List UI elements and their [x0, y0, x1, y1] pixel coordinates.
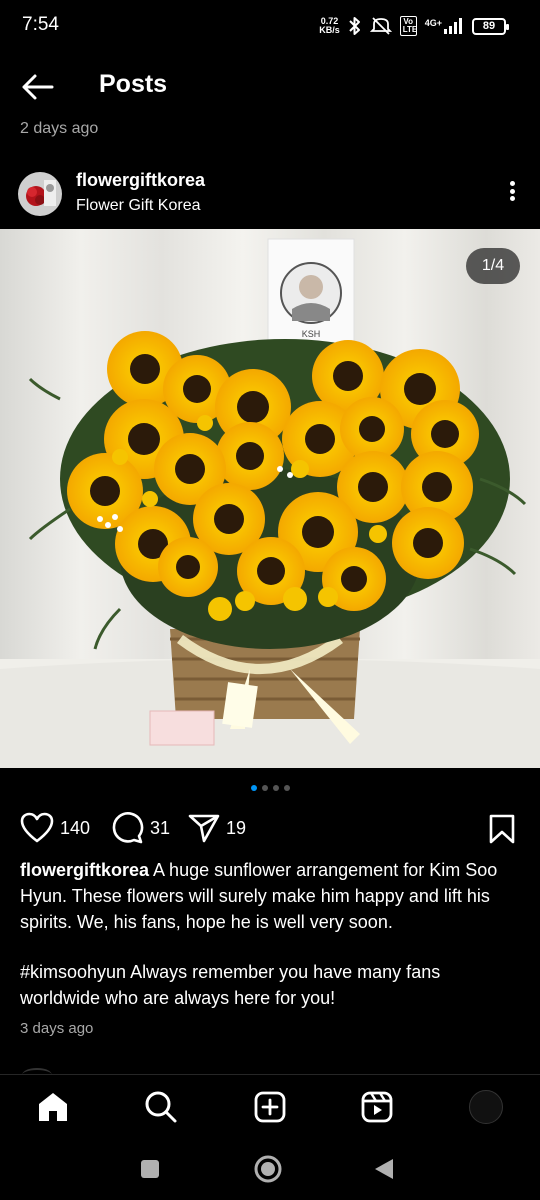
like-count: 140 — [60, 817, 91, 838]
post-username[interactable]: flowergiftkorea — [76, 170, 205, 191]
send-icon — [188, 814, 220, 843]
save-button[interactable] — [488, 814, 516, 849]
avatar[interactable] — [18, 172, 62, 216]
page-title: Posts — [99, 70, 168, 98]
caption-hashtag[interactable]: #kimsoohyun — [20, 962, 126, 982]
carousel-indicator — [0, 785, 540, 793]
home-icon — [39, 1093, 67, 1121]
back-button[interactable] — [18, 70, 58, 104]
circle-icon — [254, 1155, 282, 1183]
post-display-name: Flower Gift Korea — [76, 197, 201, 214]
tab-create[interactable] — [250, 1087, 290, 1127]
carousel-dot — [261, 785, 268, 791]
arrow-left-icon — [22, 74, 54, 100]
status-icons: 0.72 KB/s Vo LTE 4G+ 89 — [319, 14, 509, 38]
caption-username[interactable]: flowergiftkorea — [20, 860, 149, 880]
post-date: 3 days ago — [20, 1020, 94, 1037]
tab-home[interactable] — [33, 1087, 73, 1127]
carousel-dot — [283, 785, 290, 791]
more-options-button[interactable] — [502, 176, 522, 206]
back-nav-button[interactable] — [367, 1152, 401, 1186]
system-nav-bar — [0, 1136, 540, 1200]
avatar-image — [18, 172, 62, 216]
post-caption: flowergiftkorea A huge sunflower arrange… — [20, 857, 525, 1011]
bookmark-icon — [489, 814, 515, 844]
home-nav-button[interactable] — [251, 1152, 285, 1186]
sunflower-photo: KSH — [0, 229, 540, 768]
more-vertical-icon — [509, 181, 515, 186]
status-bar: 7:54 0.72 KB/s Vo LTE 4G+ 89 — [0, 0, 540, 52]
reels-icon — [361, 1091, 393, 1123]
like-button[interactable]: 140 — [20, 808, 90, 848]
network-speed-unit: KB/s — [319, 25, 340, 35]
volte-badge: Vo LTE — [399, 16, 417, 36]
bluetooth-icon — [349, 17, 360, 35]
more-dot — [509, 188, 515, 194]
more-dot — [509, 196, 515, 201]
recents-button[interactable] — [133, 1152, 167, 1186]
network-type-label: 4G+ — [424, 18, 442, 28]
tab-profile[interactable] — [466, 1087, 506, 1127]
comment-button[interactable]: 31 — [110, 808, 170, 848]
signal-strength: 4G+ — [425, 18, 464, 34]
card-signature: KSH — [302, 329, 321, 339]
network-speed: 0.72 KB/s — [319, 17, 340, 35]
share-button[interactable]: 19 — [188, 808, 246, 848]
post-image[interactable]: KSH 1/4 — [0, 229, 540, 768]
square-icon — [141, 1160, 159, 1178]
triangle-back-icon — [375, 1159, 393, 1179]
comment-count: 31 — [150, 817, 171, 838]
signal-bars-icon — [444, 18, 462, 34]
search-icon — [145, 1091, 177, 1123]
bottom-tab-bar — [0, 1074, 540, 1136]
app-bar: Posts — [0, 58, 540, 114]
caption-paragraph: flowergiftkorea A huge sunflower arrange… — [20, 857, 525, 935]
heart-icon — [20, 812, 54, 843]
plus-square-icon — [254, 1091, 286, 1123]
status-time: 7:54 — [22, 14, 59, 35]
carousel-dot — [272, 785, 279, 791]
caption-paragraph-2: #kimsoohyun Always remember you have man… — [20, 959, 525, 1011]
profile-avatar — [469, 1090, 503, 1124]
share-count: 19 — [226, 817, 247, 838]
post-header: flowergiftkorea Flower Gift Korea — [0, 166, 540, 224]
comment-icon — [112, 812, 144, 844]
post-actions: 140 31 19 — [0, 808, 540, 848]
image-counter: 1/4 — [466, 248, 520, 284]
carousel-dot-active — [250, 785, 257, 791]
previous-post-age: 2 days ago — [20, 120, 99, 137]
tab-search[interactable] — [141, 1087, 181, 1127]
vibrate-mute-icon — [369, 17, 392, 35]
battery-indicator: 89 — [472, 17, 509, 35]
tab-reels[interactable] — [357, 1087, 397, 1127]
